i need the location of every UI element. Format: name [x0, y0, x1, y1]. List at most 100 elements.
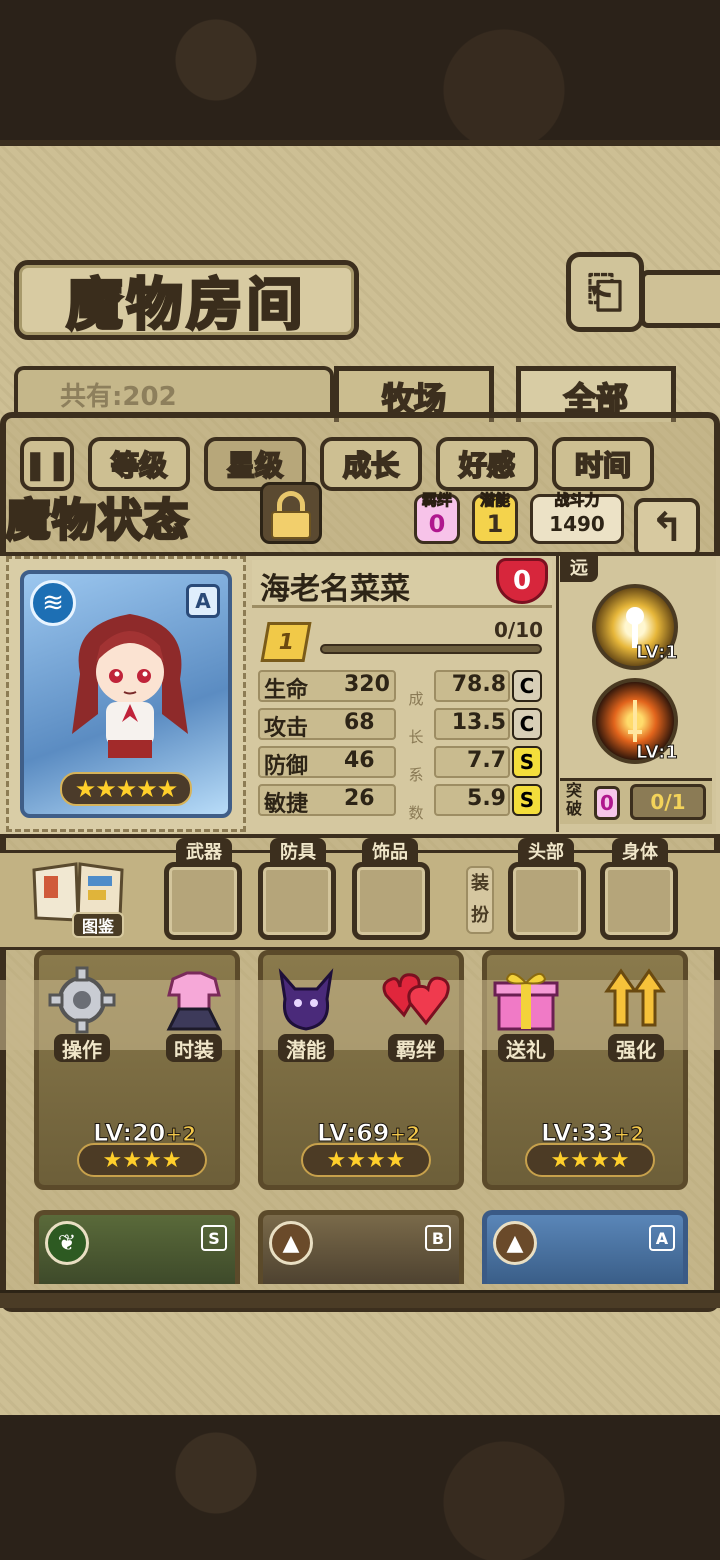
stat-value: 68: [344, 710, 375, 735]
arrows-up-icon: [597, 962, 675, 1038]
stat-row-hp: 生命 320 78.8 C: [258, 670, 548, 703]
monster-grid-card[interactable]: ▲ B: [258, 1210, 464, 1284]
range-badge: 远: [560, 552, 598, 582]
potential-button[interactable]: 潜能: [260, 962, 352, 1070]
weapon-slot[interactable]: [164, 862, 242, 940]
bond-button[interactable]: 羁绊: [370, 962, 462, 1070]
rank-badge: A: [186, 584, 220, 618]
stat-value: 46: [344, 748, 375, 773]
status-title: 魔物状态: [5, 494, 190, 548]
monster-card[interactable]: ≋ A ★★★★★: [20, 570, 232, 818]
sort-affection-button[interactable]: 好感: [436, 437, 538, 491]
background-bottom: [0, 1415, 720, 1560]
potential-label: 潜能: [479, 491, 510, 510]
rank-badge: A: [649, 1225, 675, 1251]
return-button[interactable]: ↰: [634, 498, 700, 558]
gear-icon: [43, 962, 121, 1038]
card-stars: ★★★★: [77, 1143, 207, 1177]
return-icon: ↰: [650, 505, 684, 551]
stat-label: 生命: [264, 678, 309, 703]
dress-up-label: 装扮: [466, 866, 494, 934]
operate-button[interactable]: 操作: [36, 962, 128, 1070]
grade-badge: C: [512, 708, 542, 740]
costume-icon: [155, 962, 233, 1038]
action-label: 强化: [608, 1034, 664, 1062]
power-value: 1490: [549, 512, 605, 536]
bond-value: 0: [428, 510, 446, 538]
stat-label: 防御: [264, 754, 309, 779]
sort-level-button[interactable]: 等级: [88, 437, 190, 491]
exp-bar: [320, 644, 542, 654]
gift-button[interactable]: 送礼: [480, 962, 572, 1070]
earth-element-icon: ▲: [269, 1221, 313, 1265]
breakthrough-label: 突破: [566, 781, 583, 818]
card-stars: ★★★★: [525, 1143, 655, 1177]
back-button[interactable]: ⎗: [566, 252, 644, 332]
enhance-button[interactable]: 强化: [590, 962, 682, 1070]
growth-value: 78.8: [451, 672, 506, 697]
gift-icon: [487, 962, 565, 1038]
slot-label: 防具: [270, 838, 326, 864]
action-label: 羁绊: [388, 1034, 444, 1062]
breakthrough-count: 0: [594, 786, 620, 820]
slot-label: 武器: [176, 838, 232, 864]
breakthrough-progress[interactable]: 0/1: [630, 784, 706, 820]
rank-badge: S: [201, 1225, 227, 1251]
stat-label: 攻击: [264, 716, 309, 741]
slot-label: 饰品: [362, 838, 418, 864]
lock-icon[interactable]: [260, 482, 322, 544]
growth-coefficient-label: 成 长 系 数: [404, 680, 428, 832]
skill-level: LV:1: [636, 742, 679, 764]
action-label: 操作: [54, 1034, 110, 1062]
monster-count: 共有:202: [60, 382, 177, 412]
earth-element-icon: ▲: [493, 1221, 537, 1265]
encyclopedia-label[interactable]: 图鉴: [72, 912, 125, 938]
back-icon: ⎗: [587, 266, 623, 318]
pause-icon: ❚❚: [23, 447, 71, 481]
power-label: 战斗力: [554, 491, 600, 510]
potential-value: 1: [486, 510, 504, 538]
growth-char: 系: [408, 766, 424, 784]
bottom-rail: [0, 1290, 720, 1308]
head-slot[interactable]: [508, 862, 586, 940]
pause-button[interactable]: ❚❚: [20, 437, 74, 491]
power-chip: 战斗力 1490: [530, 491, 624, 544]
affection-badge: 0: [496, 558, 548, 604]
growth-value: 5.9: [467, 786, 506, 811]
monster-grid-card[interactable]: ▲ A: [482, 1210, 688, 1284]
stat-value: 320: [344, 672, 390, 697]
leaf-element-icon: ❦: [45, 1221, 89, 1265]
grade-badge: S: [512, 784, 542, 816]
page-title: 魔物房间: [65, 270, 307, 339]
page-title-plate: 魔物房间: [14, 260, 359, 340]
slot-label: 身体: [612, 838, 668, 864]
stat-row-defense: 防御 46 7.7 S: [258, 746, 548, 779]
growth-char: 数: [408, 804, 424, 822]
sort-growth-button[interactable]: 成长: [320, 437, 422, 491]
sort-time-button[interactable]: 时间: [552, 437, 654, 491]
monster-name: 海老名菜菜: [260, 572, 410, 607]
affection-value: 0: [512, 566, 532, 596]
costume-button[interactable]: 时装: [148, 962, 240, 1070]
body-slot[interactable]: [600, 862, 678, 940]
stat-value: 26: [344, 786, 375, 811]
background-top: [0, 0, 720, 150]
hearts-icon: [377, 962, 455, 1038]
growth-char: 长: [408, 728, 424, 746]
grade-badge: S: [512, 746, 542, 778]
exp-text: 0/10: [494, 618, 544, 642]
stat-label: 敏捷: [264, 792, 309, 817]
bond-chip: 羁绊 0: [414, 491, 460, 544]
grade-badge: C: [512, 670, 542, 702]
action-label: 时装: [166, 1034, 222, 1062]
back-button-tail: [640, 270, 720, 328]
level-badge: 1: [260, 622, 312, 662]
growth-value: 13.5: [451, 710, 506, 735]
accessory-slot[interactable]: [352, 862, 430, 940]
slot-label: 头部: [518, 838, 574, 864]
action-label: 送礼: [498, 1034, 554, 1062]
armor-slot[interactable]: [258, 862, 336, 940]
monster-grid-card[interactable]: ❦ S: [34, 1210, 240, 1284]
skill-level: LV:1: [636, 642, 679, 664]
growth-value: 7.7: [467, 748, 506, 773]
